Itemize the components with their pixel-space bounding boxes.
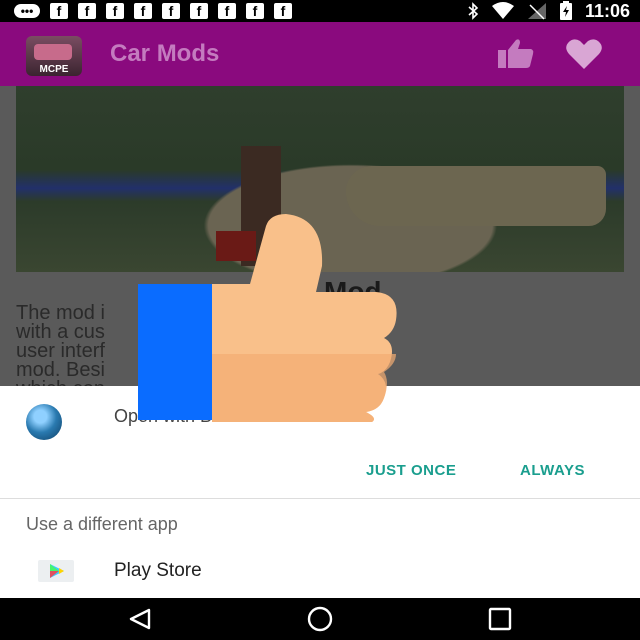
- navigation-bar: [0, 598, 640, 640]
- thumbs-up-icon: [138, 214, 397, 422]
- facebook-icon: f: [190, 3, 208, 19]
- just-once-button[interactable]: JUST ONCE: [366, 462, 456, 479]
- app-option-label: Play Store: [114, 560, 202, 581]
- car-image: [34, 44, 72, 60]
- system-icons: 11:06: [467, 0, 630, 22]
- back-icon: [129, 608, 151, 630]
- no-signal-icon: [527, 3, 546, 20]
- home-button[interactable]: [300, 604, 340, 634]
- notification-icons: ••• f f f f f f f f f: [0, 3, 292, 19]
- status-bar: ••• f f f f f f f f f 11:06: [0, 0, 640, 22]
- messenger-icon: •••: [14, 4, 40, 18]
- facebook-icon: f: [162, 3, 180, 19]
- always-button[interactable]: ALWAYS: [520, 462, 585, 479]
- facebook-icon: f: [78, 3, 96, 19]
- heart-icon[interactable]: [564, 36, 604, 72]
- divider: [0, 498, 640, 499]
- clock: 11:06: [584, 0, 630, 21]
- facebook-icon: f: [106, 3, 124, 19]
- battery-charging-icon: [559, 1, 572, 20]
- facebook-icon: f: [274, 3, 292, 19]
- app-option-play-store[interactable]: Play Store: [0, 552, 640, 596]
- app-bar: MCPE Car Mods: [0, 22, 640, 86]
- play-store-icon: [38, 560, 74, 582]
- app-title: Car Mods: [110, 40, 220, 67]
- wifi-icon: [491, 2, 514, 19]
- recents-button[interactable]: [480, 604, 520, 634]
- facebook-icon: f: [246, 3, 264, 19]
- app-logo[interactable]: MCPE: [26, 36, 82, 76]
- facebook-icon: f: [134, 3, 152, 19]
- use-different-app-label: Use a different app: [26, 514, 178, 534]
- recents-icon: [488, 607, 512, 631]
- facebook-icon: f: [218, 3, 236, 19]
- bluetooth-icon: [468, 2, 479, 20]
- browser-app-icon: [26, 404, 62, 440]
- back-button[interactable]: [120, 604, 160, 634]
- facebook-icon: f: [50, 3, 68, 19]
- home-icon: [307, 606, 333, 632]
- app-logo-label: MCPE: [39, 64, 69, 75]
- like-icon[interactable]: [496, 36, 536, 72]
